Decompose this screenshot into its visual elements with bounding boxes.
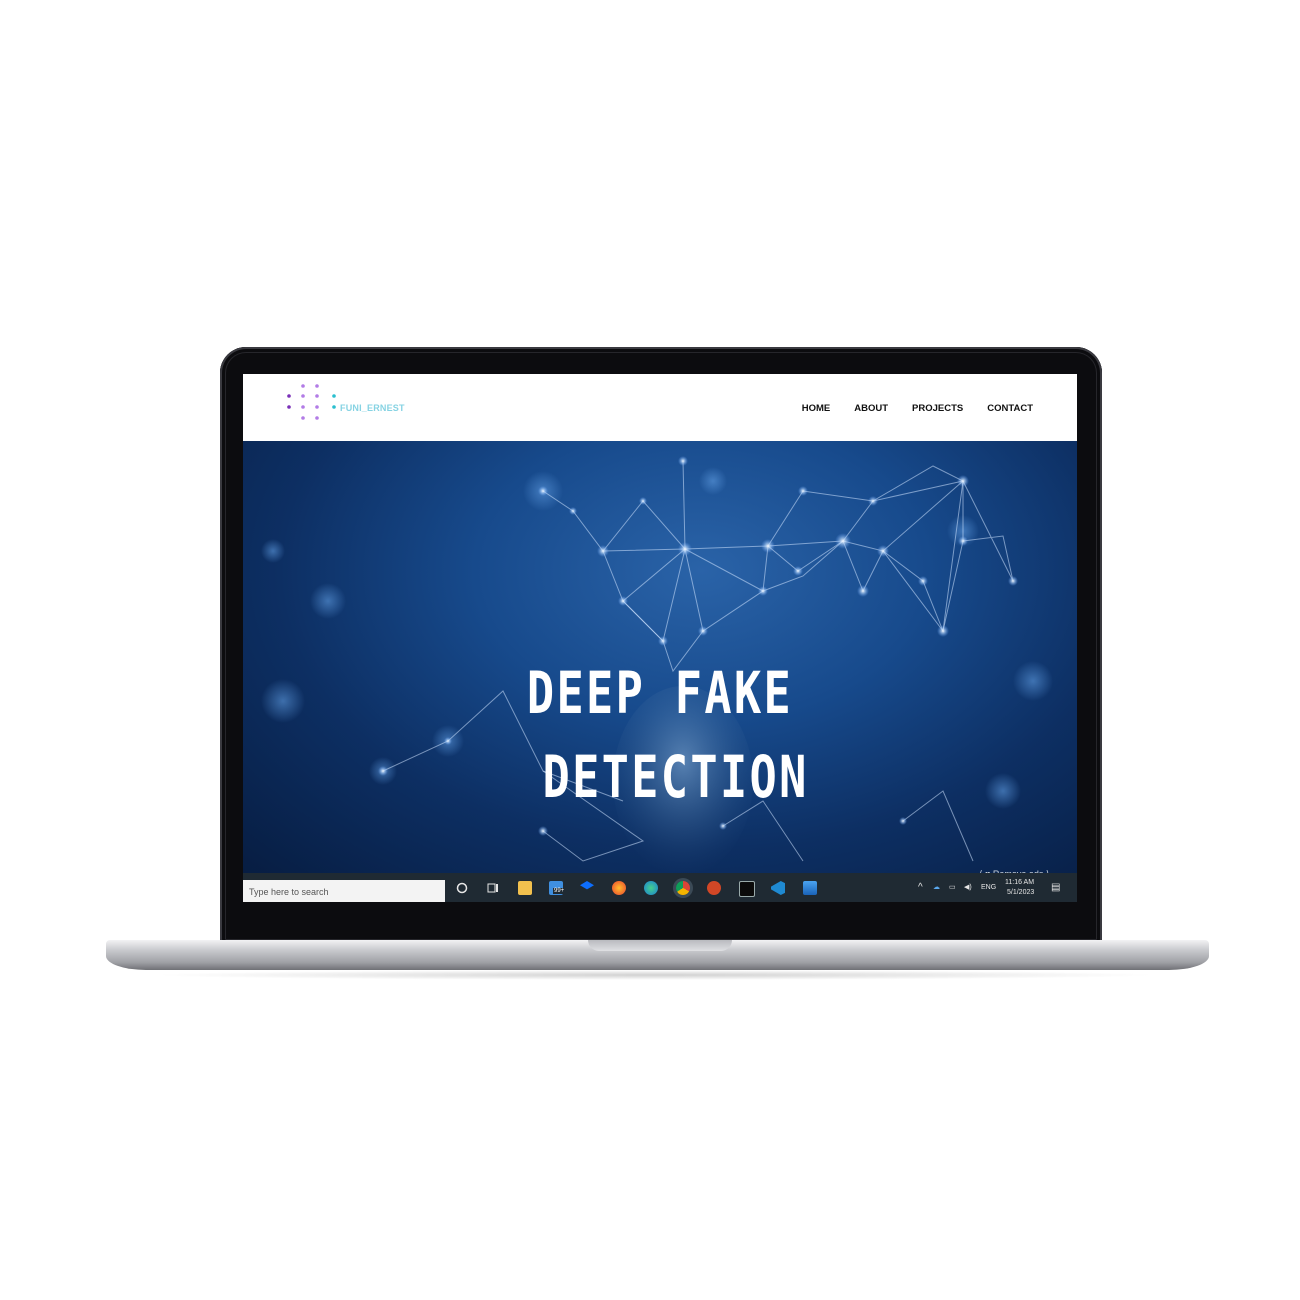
main-nav: HOME ABOUT PROJECTS CONTACT — [802, 403, 1033, 414]
battery-icon[interactable]: ▭ — [949, 883, 956, 891]
hero-title-line-1: DEEP FAKE — [526, 659, 794, 727]
notifications-icon[interactable]: ▤ — [1051, 882, 1060, 893]
firefox-icon[interactable] — [612, 881, 626, 895]
file-explorer-icon[interactable] — [518, 881, 532, 895]
cortana-icon[interactable] — [455, 881, 469, 895]
edge-icon[interactable] — [644, 881, 658, 895]
vscode-icon[interactable] — [771, 881, 785, 895]
nav-contact-link[interactable]: CONTACT — [987, 403, 1033, 414]
powerpoint-icon[interactable] — [707, 881, 721, 895]
mail-icon[interactable]: 99+ — [549, 881, 566, 895]
chevron-up-icon[interactable]: ^ — [918, 882, 923, 893]
windows-taskbar: Type here to search 99+ ^ ☁ ▭ ◀) ENG 11:… — [243, 873, 1077, 902]
laptop-notch — [588, 940, 732, 951]
hero-section: DEEP FAKE DETECTION — [243, 441, 1077, 873]
terminal-icon[interactable] — [739, 881, 755, 897]
nav-home-link[interactable]: HOME — [802, 403, 831, 414]
mail-badge: 99+ — [553, 888, 566, 894]
taskbar-search-input[interactable]: Type here to search — [243, 880, 445, 902]
chrome-icon[interactable] — [676, 881, 690, 895]
nav-projects-link[interactable]: PROJECTS — [912, 403, 963, 414]
photos-icon[interactable] — [803, 881, 817, 895]
laptop-screen: FUNI_ERNEST HOME ABOUT PROJECTS CONTACT — [243, 374, 1077, 902]
clock-time[interactable]: 11:16 AM — [1005, 879, 1034, 886]
logo-dots-icon[interactable] — [287, 384, 347, 424]
language-indicator[interactable]: ENG — [981, 884, 996, 891]
clock-date[interactable]: 5/1/2023 — [1007, 889, 1034, 896]
task-view-icon[interactable] — [486, 881, 500, 895]
volume-icon[interactable]: ◀) — [964, 883, 972, 891]
site-header: FUNI_ERNEST HOME ABOUT PROJECTS CONTACT — [243, 374, 1077, 441]
hero-title: DEEP FAKE DETECTION — [335, 651, 986, 819]
brand-name[interactable]: FUNI_ERNEST — [340, 403, 405, 413]
dropbox-icon[interactable] — [580, 881, 594, 890]
onedrive-icon[interactable]: ☁ — [933, 883, 940, 891]
laptop-shadow — [150, 970, 1160, 980]
nav-about-link[interactable]: ABOUT — [854, 403, 888, 414]
hero-title-line-2: DETECTION — [542, 743, 809, 811]
